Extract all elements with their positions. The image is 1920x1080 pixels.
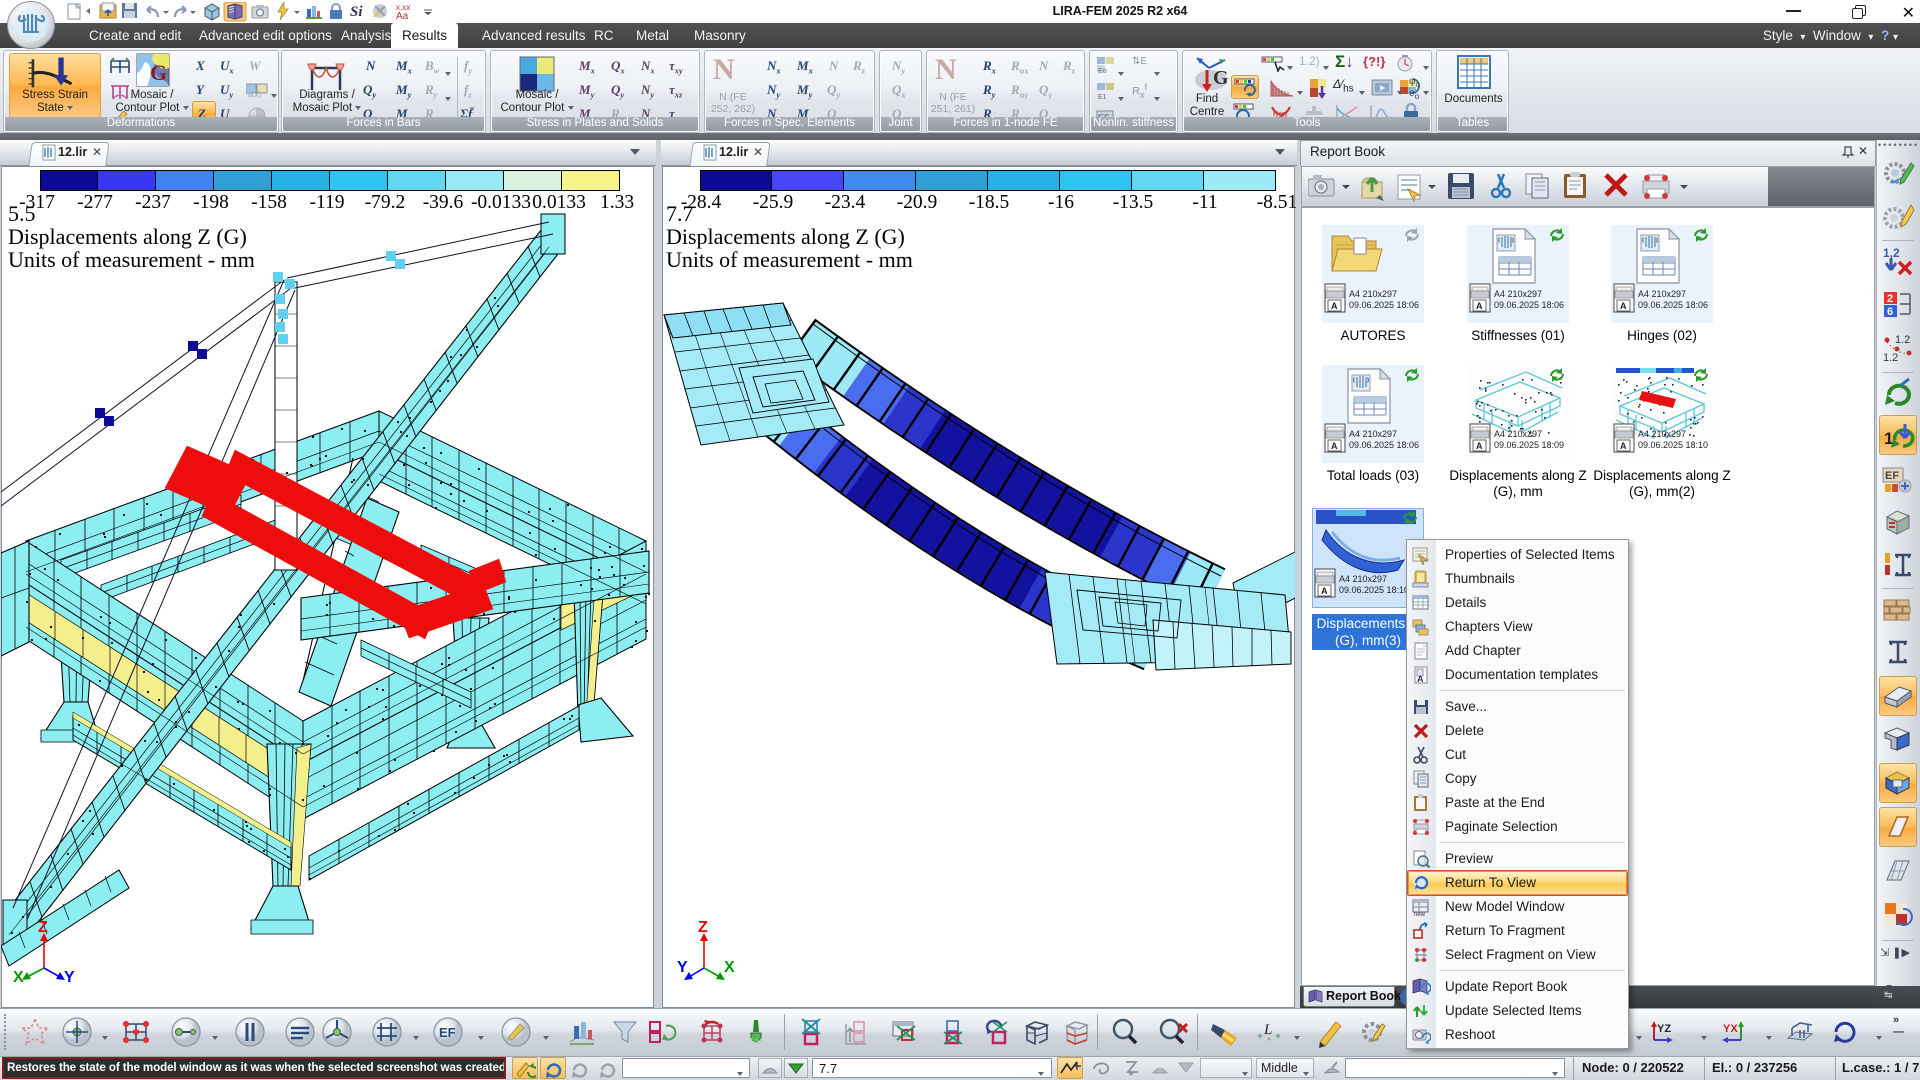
svg-text:EF: EF [1885, 470, 1899, 482]
svg-text:EF: EF [439, 1025, 456, 1040]
svg-text:A: A [1476, 441, 1483, 451]
svg-text:A: A [1321, 586, 1328, 596]
svg-text:1,2: 1,2 [1883, 246, 1900, 260]
svg-text:X: X [13, 969, 24, 986]
svg-text:Eo: Eo [1098, 68, 1107, 74]
svg-text:Z: Z [698, 919, 708, 936]
svg-text:YZ: YZ [1657, 1023, 1671, 1035]
svg-text:A: A [1620, 301, 1627, 311]
svg-text:A: A [1620, 441, 1627, 451]
svg-text:L: L [1263, 1022, 1272, 1038]
svg-text:Y: Y [677, 959, 688, 976]
svg-text:Aa: Aa [396, 11, 409, 22]
svg-text:G: G [1213, 67, 1229, 89]
svg-text:Y: Y [64, 969, 75, 986]
svg-text:1.2: 1.2 [1895, 334, 1910, 346]
svg-text:A: A [1417, 674, 1424, 684]
svg-text:E1: E1 [1098, 94, 1107, 100]
svg-text:A: A [1476, 301, 1483, 311]
svg-text:A: A [1331, 441, 1338, 451]
svg-text:A: A [1331, 301, 1338, 311]
svg-text:new: new [1414, 912, 1426, 917]
svg-text:X: X [724, 959, 735, 976]
svg-text:1.2: 1.2 [1883, 352, 1898, 364]
svg-text:Si: Si [350, 4, 363, 20]
svg-text:2: 2 [1887, 293, 1893, 305]
svg-text:6: 6 [1887, 306, 1893, 318]
svg-text:YX: YX [1723, 1023, 1738, 1035]
svg-text:G: G [150, 60, 167, 85]
svg-text:Z: Z [38, 919, 48, 936]
svg-text:a(X): a(X) [248, 92, 261, 98]
